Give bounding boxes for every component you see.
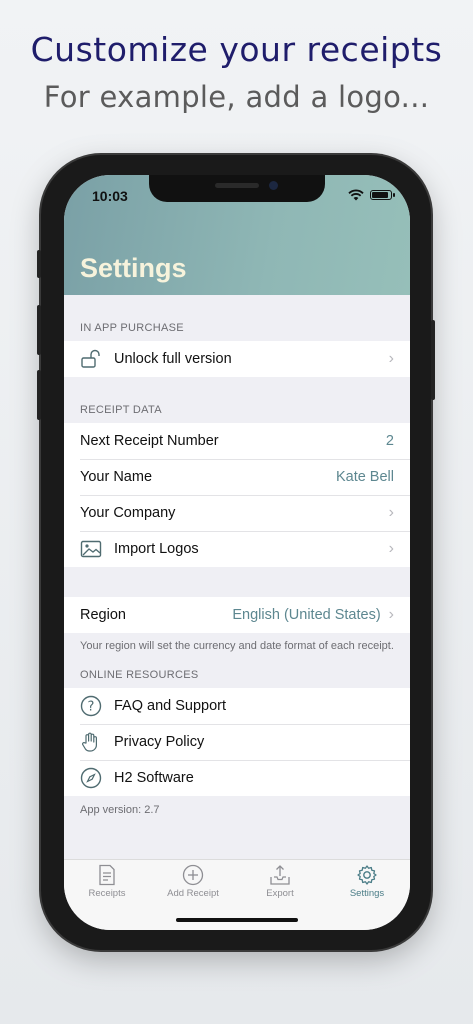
page-title: Settings (80, 253, 187, 283)
question-icon: ? (80, 695, 102, 717)
receipt-icon (99, 864, 115, 886)
hand-icon (80, 731, 102, 753)
section-header-in-app: IN APP PURCHASE (80, 322, 184, 334)
privacy-policy-label: Privacy Policy (114, 734, 205, 750)
faq-support-row[interactable]: ? FAQ and Support (64, 688, 410, 724)
your-company-row[interactable]: Your Company › (64, 495, 410, 531)
svg-text:?: ? (88, 700, 95, 715)
next-receipt-number-value: 2 (385, 433, 394, 449)
export-icon (270, 865, 290, 885)
region-value: English (United States) (232, 607, 381, 623)
your-name-row[interactable]: Your Name Kate Bell (64, 459, 410, 495)
phone-side-button (431, 320, 435, 400)
add-circle-icon (182, 864, 204, 886)
phone-volume-down (37, 370, 41, 420)
h2-software-row[interactable]: H2 Software (64, 760, 410, 796)
unlock-label: Unlock full version (114, 351, 232, 367)
region-label: Region (80, 607, 126, 623)
speaker (215, 183, 259, 188)
tab-add-receipt[interactable]: Add Receipt (150, 864, 236, 899)
status-time: 10:03 (92, 188, 128, 204)
phone-volume-up (37, 305, 41, 355)
tab-export[interactable]: Export (237, 864, 323, 899)
tab-bar: Receipts Add Receipt Export Settings (64, 859, 410, 930)
region-row[interactable]: Region English (United States) › (64, 597, 410, 633)
hero-subtitle: For example, add a logo... (43, 80, 430, 114)
region-footnote: Your region will set the currency and da… (80, 640, 394, 652)
unlock-full-version-row[interactable]: Unlock full version › (64, 341, 410, 377)
image-icon (80, 538, 102, 560)
import-logos-label: Import Logos (114, 541, 199, 557)
faq-support-label: FAQ and Support (114, 698, 227, 714)
status-icons (348, 189, 395, 201)
phone-frame: 10:03 Settings IN APP PURCHASE Unlock fu… (37, 155, 435, 950)
camera (269, 181, 278, 190)
chevron-right-icon: › (388, 504, 394, 521)
tab-add-receipt-label: Add Receipt (167, 888, 219, 899)
chevron-right-icon: › (388, 606, 394, 623)
your-company-label: Your Company (80, 505, 176, 521)
your-name-value: Kate Bell (335, 469, 394, 485)
your-name-label: Your Name (80, 469, 153, 485)
chevron-right-icon: › (388, 540, 394, 557)
phone-notch (149, 175, 325, 202)
tab-receipts-label: Receipts (88, 888, 126, 899)
tab-settings-label: Settings (349, 888, 385, 899)
unlock-icon (80, 348, 102, 370)
tab-export-label: Export (266, 888, 294, 899)
section-header-online: ONLINE RESOURCES (80, 669, 199, 681)
next-receipt-number-label: Next Receipt Number (80, 433, 219, 449)
h2-software-label: H2 Software (114, 770, 194, 786)
gear-icon (357, 865, 377, 885)
next-receipt-number-row[interactable]: Next Receipt Number 2 (64, 423, 410, 459)
compass-icon (80, 767, 102, 789)
section-header-receipt: RECEIPT DATA (80, 404, 162, 416)
phone-mute-switch (37, 250, 41, 278)
wifi-icon (348, 189, 364, 201)
chevron-right-icon: › (388, 350, 394, 367)
privacy-policy-row[interactable]: Privacy Policy (64, 724, 410, 760)
hero-title: Customize your receipts (30, 30, 443, 69)
battery-icon (370, 190, 395, 200)
settings-list: IN APP PURCHASE Unlock full version › RE… (64, 295, 410, 824)
tab-settings[interactable]: Settings (324, 864, 410, 899)
tab-receipts[interactable]: Receipts (64, 864, 150, 899)
home-indicator (176, 918, 298, 922)
phone-screen: 10:03 Settings IN APP PURCHASE Unlock fu… (64, 175, 410, 930)
import-logos-row[interactable]: Import Logos › (64, 531, 410, 567)
app-version: App version: 2.7 (80, 804, 160, 816)
